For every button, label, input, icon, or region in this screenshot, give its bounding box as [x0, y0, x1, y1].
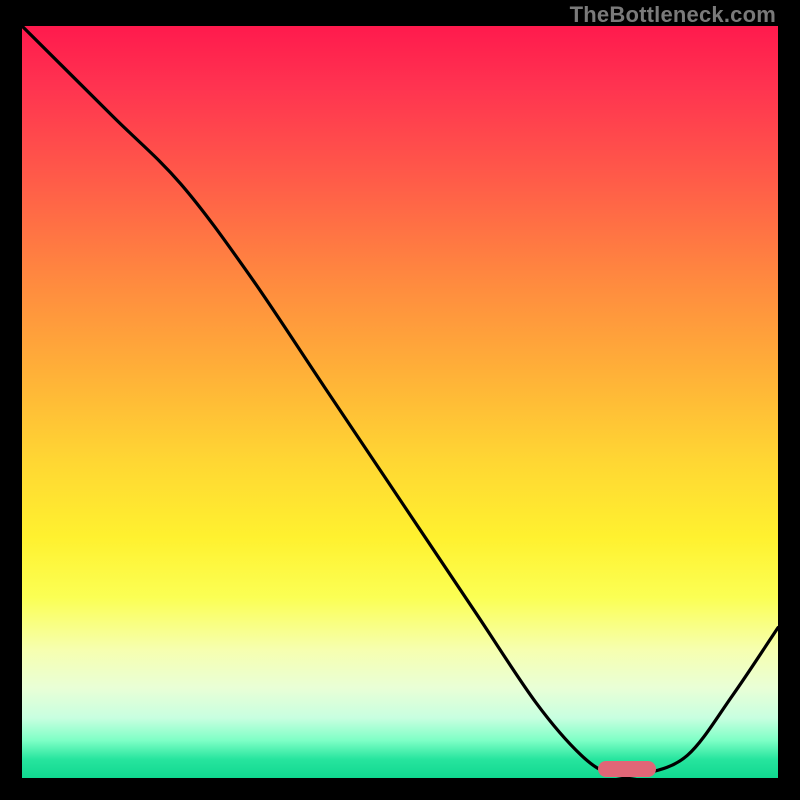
watermark-text: TheBottleneck.com: [570, 2, 776, 28]
plot-area: [22, 26, 778, 778]
bottleneck-curve: [22, 26, 778, 777]
optimal-range-marker: [598, 761, 656, 777]
chart-container: TheBottleneck.com: [0, 0, 800, 800]
curve-svg: [22, 26, 778, 778]
